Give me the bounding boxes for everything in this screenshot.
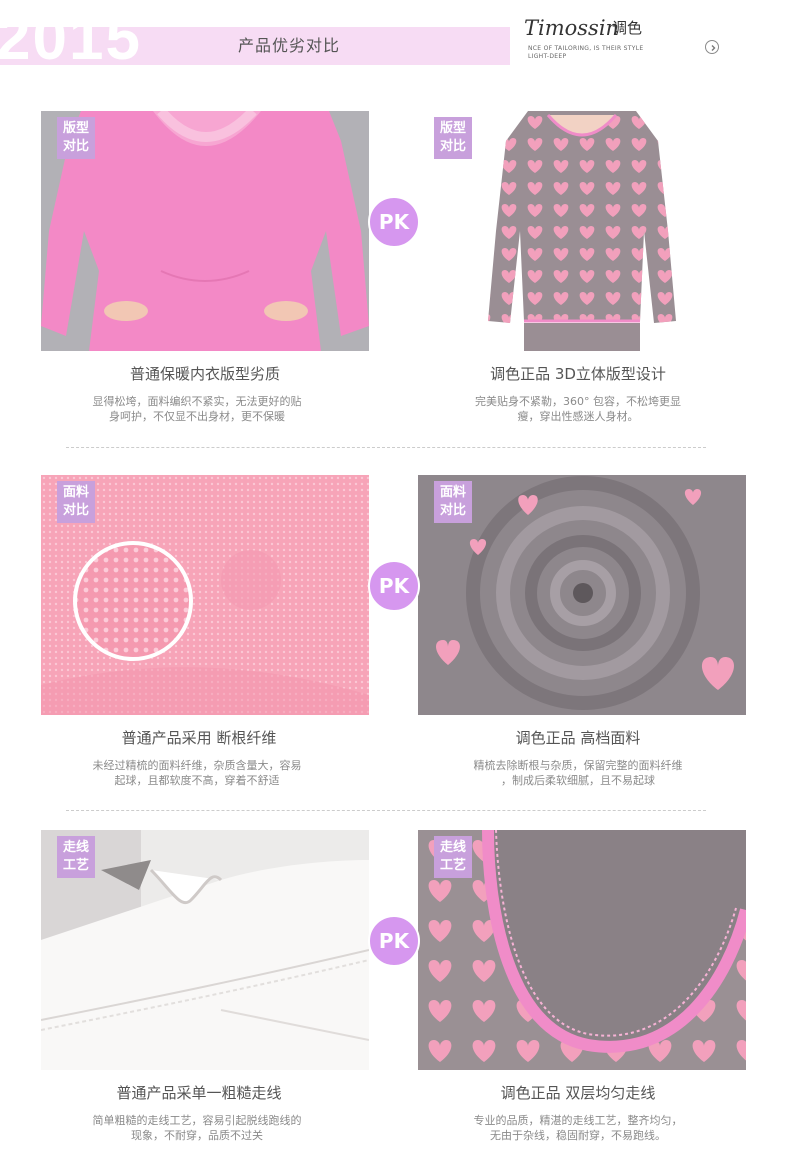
photo-ordinary-fit: 版型 对比 bbox=[41, 111, 369, 351]
photo-timossin-fit: 版型 对比 bbox=[418, 111, 746, 351]
photo-timossin-fabric: 面料 对比 bbox=[418, 475, 746, 715]
desc-line-1: 精梳去除断根与杂质，保留完整的面料纤维 bbox=[473, 759, 683, 772]
badge-line-2: 对比 bbox=[62, 139, 89, 154]
left-caption: 普通产品采用 断根纤维 bbox=[121, 729, 277, 747]
left-description: 简单粗糙的走线工艺，容易引起脱线跑线的 现象，不耐穿，品质不过关 bbox=[33, 1113, 361, 1143]
brand-tagline: NCE OF TAILORING, IS THEIR STYLE LIGHT-D… bbox=[528, 45, 688, 61]
left-description: 未经过精梳的面料纤维，杂质含量大，容易 起球，且都软度不高，穿着不舒适 bbox=[33, 758, 361, 788]
right-caption: 调色正品 3D立体版型设计 bbox=[490, 365, 666, 383]
section-badge: 走线 工艺 bbox=[434, 836, 472, 878]
desc-line-2: 起球，且都软度不高，穿着不舒适 bbox=[114, 774, 280, 787]
badge-line-2: 工艺 bbox=[439, 858, 466, 873]
badge-line-2: 对比 bbox=[439, 139, 466, 154]
badge-line-2: 工艺 bbox=[62, 858, 89, 873]
brand-tagline-line-2: LIGHT-DEEP bbox=[528, 53, 567, 60]
desc-line-1: 完美贴身不紧勒，360° 包容，不松垮更显 bbox=[475, 395, 681, 408]
badge-line-2: 对比 bbox=[439, 503, 466, 518]
section-badge: 面料 对比 bbox=[57, 481, 95, 523]
right-caption: 调色正品 双层均匀走线 bbox=[500, 1084, 656, 1102]
desc-line-2: 现象，不耐穿，品质不过关 bbox=[131, 1129, 263, 1142]
badge-line-1: 面料 bbox=[439, 485, 466, 500]
pk-badge: PK bbox=[368, 560, 420, 612]
photo-timossin-stitching: 走线 工艺 bbox=[418, 830, 746, 1070]
desc-line-2: 无由于杂线，稳固耐穿，不易跑线。 bbox=[490, 1129, 666, 1142]
left-caption: 普通产品采单一粗糙走线 bbox=[116, 1084, 282, 1102]
badge-line-1: 面料 bbox=[62, 485, 89, 500]
desc-line-2: ，制成后柔软细腻，且不易起球 bbox=[501, 774, 655, 787]
right-description: 精梳去除断根与杂质，保留完整的面料纤维 ，制成后柔软细腻，且不易起球 bbox=[414, 758, 742, 788]
badge-line-1: 版型 bbox=[439, 121, 466, 136]
pk-badge: PK bbox=[368, 196, 420, 248]
desc-line-2: 身呵护，不仅显不出身材，更不保暖 bbox=[109, 410, 285, 423]
left-description: 显得松垮，面料编织不紧实，无法更好的贴 身呵护，不仅显不出身材，更不保暖 bbox=[33, 394, 361, 424]
desc-line-1: 简单粗糙的走线工艺，容易引起脱线跑线的 bbox=[92, 1114, 302, 1127]
section-badge: 面料 对比 bbox=[434, 481, 472, 523]
page-title: 产品优劣对比 bbox=[238, 36, 341, 55]
right-caption: 调色正品 高档面料 bbox=[515, 729, 641, 747]
brand-name-cn: 调色 bbox=[612, 19, 643, 37]
brand-logo: Timossin bbox=[524, 16, 620, 40]
section-badge: 走线 工艺 bbox=[57, 836, 95, 878]
section-badge: 版型 对比 bbox=[434, 117, 472, 159]
section-divider bbox=[66, 810, 706, 811]
badge-line-2: 对比 bbox=[62, 503, 89, 518]
header-year: 2015 bbox=[0, 4, 142, 73]
section-divider bbox=[66, 447, 706, 448]
pk-badge: PK bbox=[368, 915, 420, 967]
desc-line-2: 瘦，穿出性感迷人身材。 bbox=[517, 410, 639, 423]
badge-line-1: 走线 bbox=[62, 840, 89, 855]
section-badge: 版型 对比 bbox=[57, 117, 95, 159]
left-caption: 普通保暖内衣版型劣质 bbox=[129, 365, 280, 383]
photo-ordinary-stitching: 走线 工艺 bbox=[41, 830, 369, 1070]
photo-ordinary-fabric: 面料 对比 bbox=[41, 475, 369, 715]
desc-line-1: 未经过精梳的面料纤维，杂质含量大，容易 bbox=[92, 759, 302, 772]
badge-line-1: 版型 bbox=[62, 121, 89, 136]
desc-line-1: 显得松垮，面料编织不紧实，无法更好的贴 bbox=[92, 395, 302, 408]
badge-line-1: 走线 bbox=[439, 840, 466, 855]
right-description: 专业的品质，精湛的走线工艺，整齐均匀， 无由于杂线，稳固耐穿，不易跑线。 bbox=[414, 1113, 742, 1143]
desc-line-1: 专业的品质，精湛的走线工艺，整齐均匀， bbox=[473, 1114, 683, 1127]
right-description: 完美贴身不紧勒，360° 包容，不松垮更显 瘦，穿出性感迷人身材。 bbox=[414, 394, 742, 424]
brand-tagline-line-1: NCE OF TAILORING, IS THEIR STYLE bbox=[528, 45, 644, 52]
chevron-right-circle-icon[interactable] bbox=[705, 40, 719, 54]
